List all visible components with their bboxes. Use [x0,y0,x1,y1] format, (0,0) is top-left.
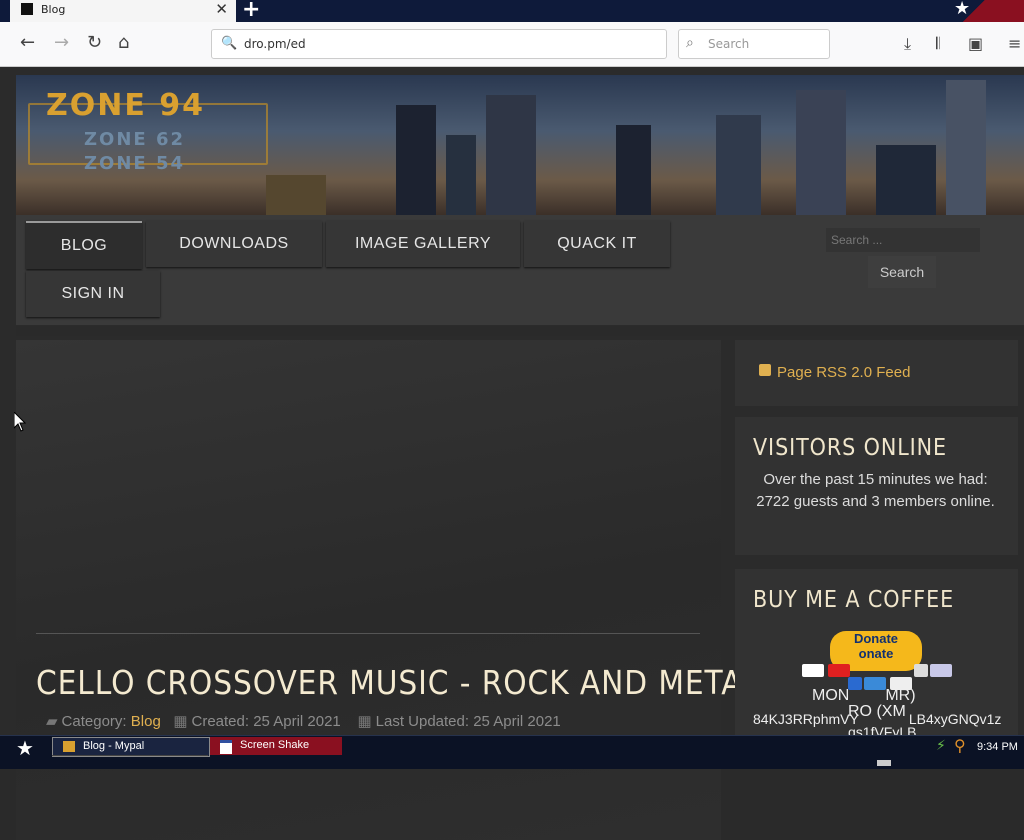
logo-subtitle-1: ZONE 62 [84,129,186,150]
article-divider [36,633,700,634]
taskbar-item-label: Screen Shake [240,739,310,751]
monero-label-start: MON [812,687,850,704]
taskbar-ghost-item [52,755,208,768]
rss-panel: Page RSS 2.0 Feed [735,340,1018,406]
site-search-placeholder: Search ... [831,233,883,247]
library-icon[interactable]: 𝄃 [936,34,940,54]
section-divider [16,326,1024,336]
category-link[interactable]: Blog [131,713,161,730]
visa-card-icon [802,664,824,677]
search-icon: ⌕ [686,35,694,51]
monero-label-end: MR) [885,687,916,704]
site-info-icon[interactable]: 🔍 [221,36,237,51]
donate-label-secondary: onate [858,646,894,661]
window-icon [220,740,232,754]
calendar-icon: ▦ [173,713,188,730]
menu-item-quack-it[interactable]: QUACK IT [524,221,670,267]
tab-title: Blog [41,3,66,16]
article-meta: ▰ Category: Blog ▦ Created: 25 April 2021 … [46,712,561,730]
url-text: dro.pm/ed [244,37,306,51]
updated-date: Last Updated: 25 April 2021 [375,713,561,730]
card-icon [914,664,928,677]
menu-item-image-gallery[interactable]: IMAGE GALLERY [326,221,520,267]
back-arrow-icon[interactable]: ← [20,34,35,52]
payment-cards [802,663,952,690]
reload-icon[interactable]: ↻ [87,34,102,52]
url-bar[interactable]: 🔍 dro.pm/ed [211,29,667,59]
close-tab-icon[interactable]: ✕ [215,0,228,18]
card-icon [930,664,952,677]
category-label: Category: [61,713,127,730]
browser-icon [63,741,75,752]
keyboard-icon [877,760,891,766]
article-title[interactable]: CELLO CROSSOVER MUSIC - ROCK AND METAL [36,663,760,702]
network-icon[interactable]: ⚡ [936,738,946,754]
new-tab-button[interactable]: + [242,0,260,22]
folder-icon: ▰ [46,713,58,730]
calendar-icon: ▦ [357,713,372,730]
search-tray-icon[interactable]: ⚲ [954,736,966,755]
forward-arrow-icon[interactable]: → [54,34,69,52]
coffee-heading: BUY ME A COFFEE [753,587,955,613]
rss-link[interactable]: Page RSS 2.0 Feed [777,364,910,381]
visitors-panel: VISITORS ONLINE Over the past 15 minutes… [735,417,1018,555]
search-placeholder: Search [708,37,750,51]
monero-address-start: 84KJ3RRphmVY [753,711,859,727]
star-icon: ★ [954,0,971,19]
rss-icon [759,364,771,376]
browser-search-input[interactable]: ⌕ Search [678,29,830,59]
mastercard-icon [828,664,850,677]
tab-blog[interactable]: Blog ✕ [10,0,236,22]
site-favicon-icon [21,3,33,15]
taskbar-item-screen-shake[interactable]: Screen Shake [210,737,342,755]
home-icon[interactable]: ⌂ [118,34,129,52]
site-search-button[interactable]: Search [868,256,936,288]
donate-label: Donate [853,631,899,646]
taskbar-item-label: Blog - Mypal [83,740,145,752]
site-search-input[interactable]: Search ... [826,228,980,252]
logo-subtitle-2: ZONE 54 [84,153,186,174]
visitors-heading: VISITORS ONLINE [753,435,948,461]
mouse-cursor-icon [14,412,26,432]
menu-item-sign-in[interactable]: SIGN IN [26,271,160,317]
download-icon[interactable]: ⤓ [904,34,911,54]
visitors-text: Over the past 15 minutes we had: 2722 gu… [756,471,995,510]
menu-item-downloads[interactable]: DOWNLOADS [146,221,322,267]
start-star-icon[interactable]: ★ [16,736,34,760]
monero-address-end: LB4xyGNQv1z [908,711,1002,727]
menu-icon[interactable]: ≡ [1008,34,1021,53]
menu-item-blog[interactable]: BLOG [26,221,142,269]
taskbar-item-blog[interactable]: Blog - Mypal [52,737,210,757]
sidebar-icon[interactable]: ▣ [968,34,983,53]
system-clock[interactable]: 9:34 PM [977,741,1018,753]
created-date: Created: 25 April 2021 [191,713,341,730]
site-logo[interactable]: ZONE 94 [46,88,205,123]
